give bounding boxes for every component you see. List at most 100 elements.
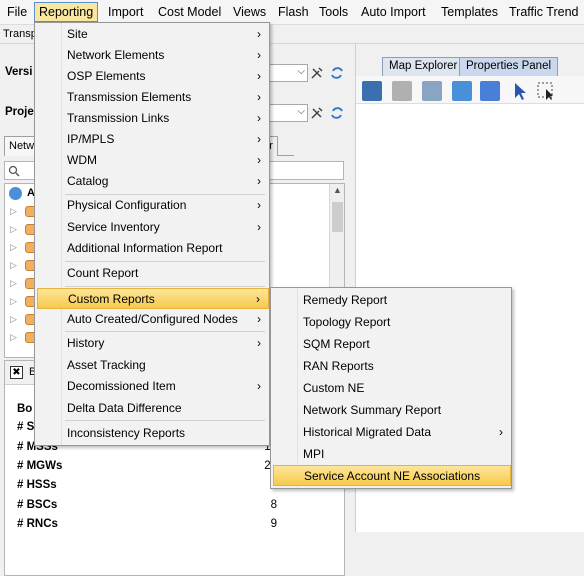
globe-icon — [9, 187, 22, 200]
expand-icon[interactable]: ▷ — [10, 296, 17, 307]
menu-cost-model[interactable]: Cost Model — [158, 5, 221, 19]
tab-map-explorer[interactable]: Map Explorer — [382, 57, 465, 76]
chevron-right-icon: › — [257, 153, 261, 167]
menu-item-ip-mpls[interactable]: IP/MPLS › — [37, 129, 269, 150]
menu-item-physical-configuration[interactable]: Physical Configuration › — [37, 195, 269, 216]
menu-item-site[interactable]: Site › — [37, 24, 269, 45]
chevron-right-icon: › — [257, 336, 261, 350]
menu-reporting[interactable]: Reporting — [34, 2, 99, 22]
menu-item-sqm-report[interactable]: SQM Report — [273, 334, 511, 355]
map-toolbar — [356, 76, 584, 104]
expand-icon[interactable]: ▷ — [10, 278, 17, 289]
menu-item-network-elements[interactable]: Network Elements › — [37, 45, 269, 66]
menu-item-label: Service Inventory — [67, 220, 160, 234]
menu-item-label: Topology Report — [303, 315, 391, 329]
menu-item-label: Count Report — [67, 266, 139, 280]
expand-icon[interactable]: ▷ — [10, 242, 17, 253]
project-combo[interactable]: ⌵ — [268, 104, 308, 122]
stat-name: # HSSs — [17, 479, 57, 491]
menu-item-label: Transmission Links — [67, 111, 170, 125]
refresh-icon[interactable] — [330, 66, 344, 80]
menu-item-service-inventory[interactable]: Service Inventory › — [37, 217, 269, 238]
menu-item-topology-report[interactable]: Topology Report — [273, 312, 511, 333]
menu-item-additional-information-report[interactable]: Additional Information Report — [37, 238, 269, 259]
stat-value: 8 — [270, 499, 277, 511]
menu-item-remedy-report[interactable]: Remedy Report — [273, 290, 511, 311]
menu-item-label: Delta Data Difference — [67, 401, 182, 415]
menu-item-label: Service Account NE Associations — [304, 469, 481, 483]
pointer-icon[interactable] — [510, 81, 530, 101]
map-layer-icon[interactable] — [362, 81, 382, 101]
menu-item-label: OSP Elements — [67, 69, 146, 83]
menu-item-mpi[interactable]: MPI — [273, 444, 511, 465]
expand-icon[interactable]: ▷ — [10, 206, 17, 217]
project-label: Proje — [5, 106, 34, 118]
chevron-right-icon: › — [257, 174, 261, 188]
menu-item-label: SQM Report — [303, 337, 370, 351]
cube-icon[interactable] — [392, 81, 412, 101]
menu-item-auto-created-configured-nodes[interactable]: Auto Created/Configured Nodes › — [37, 309, 269, 330]
menu-item-label: History — [67, 336, 105, 350]
copy-icon[interactable] — [422, 81, 442, 101]
google-icon[interactable] — [480, 81, 500, 101]
menu-item-service-account-ne-associations[interactable]: Service Account NE Associations — [273, 465, 511, 486]
stat-row: # RNCs 9 — [17, 518, 277, 537]
menu-item-inconsistency-reports[interactable]: Inconsistency Reports — [37, 423, 269, 444]
menu-item-ran-reports[interactable]: RAN Reports — [273, 356, 511, 377]
scrollbar-thumb[interactable] — [332, 202, 343, 232]
expand-icon[interactable]: ▷ — [10, 314, 17, 325]
menu-item-label: Additional Information Report — [67, 241, 223, 255]
menu-traffic-trend[interactable]: Traffic Trend — [509, 5, 578, 19]
scroll-up-icon[interactable]: ▲ — [333, 185, 342, 195]
stat-row: # HSSs9 — [17, 479, 277, 498]
summary-header: Bo — [17, 403, 33, 415]
chevron-right-icon: › — [499, 425, 503, 439]
right-tab-bar: Map Explorer Properties Panel — [356, 44, 584, 76]
menu-flash[interactable]: Flash — [278, 5, 309, 19]
expand-icon[interactable]: ▷ — [10, 260, 17, 271]
version-label: Versi — [5, 66, 33, 78]
menu-item-transmission-links[interactable]: Transmission Links › — [37, 108, 269, 129]
refresh-icon[interactable] — [330, 106, 344, 120]
network-map-icon[interactable] — [452, 81, 472, 101]
menu-separator — [65, 261, 265, 262]
menu-item-label: Decomissioned Item — [67, 379, 176, 393]
menu-item-history[interactable]: History › — [37, 333, 269, 354]
menu-item-catalog[interactable]: Catalog › — [37, 171, 269, 192]
menu-item-osp-elements[interactable]: OSP Elements › — [37, 66, 269, 87]
menu-separator — [65, 420, 265, 421]
expand-icon[interactable]: ▷ — [10, 224, 17, 235]
menu-templates[interactable]: Templates — [441, 5, 498, 19]
tab-properties-panel[interactable]: Properties Panel — [459, 57, 559, 76]
search-icon — [8, 165, 20, 177]
menu-item-label: Historical Migrated Data — [303, 425, 432, 439]
close-box-icon[interactable]: ✖ — [10, 366, 23, 379]
menu-import[interactable]: Import — [108, 5, 143, 19]
menu-item-label: Inconsistency Reports — [67, 426, 186, 440]
menu-item-transmission-elements[interactable]: Transmission Elements › — [37, 87, 269, 108]
menu-item-historical-migrated-data[interactable]: Historical Migrated Data › — [273, 422, 511, 443]
wrench-icon[interactable] — [310, 106, 324, 120]
chevron-down-icon: ⌵ — [297, 66, 305, 77]
chevron-right-icon: › — [257, 198, 261, 212]
menu-separator — [65, 286, 265, 287]
menu-item-wdm[interactable]: WDM › — [37, 150, 269, 171]
select-box-icon[interactable] — [536, 81, 556, 101]
menu-item-label: WDM — [67, 153, 97, 167]
wrench-icon[interactable] — [310, 66, 324, 80]
menu-item-custom-reports[interactable]: Custom Reports › — [37, 288, 269, 309]
menu-item-custom-ne[interactable]: Custom NE — [273, 378, 511, 399]
menu-item-asset-tracking[interactable]: Asset Tracking — [37, 355, 269, 376]
menu-item-network-summary-report[interactable]: Network Summary Report — [273, 400, 511, 421]
menu-item-decomissioned-item[interactable]: Decomissioned Item › — [37, 376, 269, 397]
menu-views[interactable]: Views — [233, 5, 266, 19]
chevron-right-icon: › — [257, 220, 261, 234]
menu-item-count-report[interactable]: Count Report — [37, 263, 269, 284]
menu-file[interactable]: File — [7, 5, 27, 19]
menu-auto-import[interactable]: Auto Import — [361, 5, 426, 19]
menu-item-delta-data-difference[interactable]: Delta Data Difference — [37, 398, 269, 419]
chevron-right-icon: › — [257, 312, 261, 326]
version-combo[interactable]: ⌵ — [268, 64, 308, 82]
expand-icon[interactable]: ▷ — [10, 332, 17, 343]
menu-tools[interactable]: Tools — [319, 5, 348, 19]
